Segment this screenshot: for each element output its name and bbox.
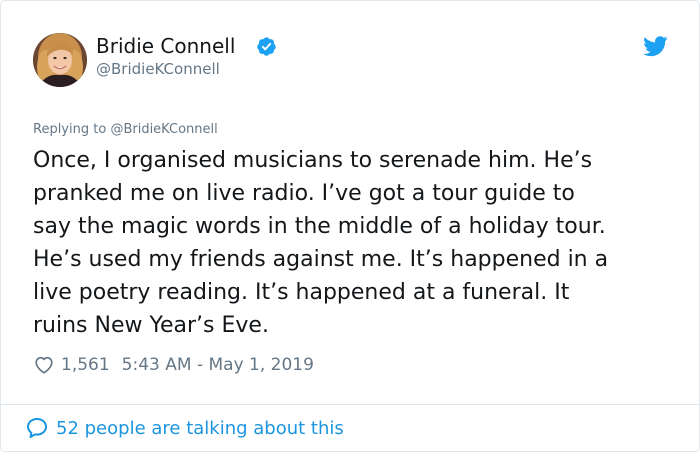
replying-to-label: Replying to xyxy=(33,122,107,137)
author-handle[interactable]: @BridieKConnell xyxy=(96,59,220,79)
avatar[interactable] xyxy=(33,33,87,87)
verified-badge-icon xyxy=(257,37,276,56)
speech-bubble-icon xyxy=(27,418,47,438)
author-display-name[interactable]: Bridie Connell xyxy=(96,34,235,58)
avatar-photo xyxy=(33,33,87,87)
card-divider xyxy=(1,404,699,405)
tweet-text-line: Once, I organised musicians to serenade … xyxy=(33,148,593,173)
talking-about-link[interactable]: 52 people are talking about this xyxy=(25,415,344,441)
replying-to-mention[interactable]: @BridieKConnell xyxy=(110,122,217,137)
like-count[interactable]: 1,561 xyxy=(61,355,110,375)
tweet-timestamp[interactable]: 5:43 AM - May 1, 2019 xyxy=(122,355,314,375)
tweet-text-line: pranked me on live radio. I’ve got a tou… xyxy=(33,181,575,206)
talking-about-text[interactable]: 52 people are talking about this xyxy=(56,418,344,439)
replying-to-line: Replying to @BridieKConnell xyxy=(33,121,218,139)
tweet-meta: 1,561 5:43 AM - May 1, 2019 xyxy=(33,353,314,377)
heart-outline-icon[interactable] xyxy=(33,354,55,376)
tweet-text-line: ruins New Year’s Eve. xyxy=(33,313,269,338)
twitter-bird-icon[interactable] xyxy=(643,36,668,57)
tweet-embed-card: Bridie Connell @BridieKConnell Replying … xyxy=(0,0,700,452)
tweet-text-line: live poetry reading. It’s happened at a … xyxy=(33,280,570,305)
tweet-text: Once, I organised musicians to serenade … xyxy=(33,144,683,342)
tweet-text-line: He’s used my friends against me. It’s ha… xyxy=(33,247,609,272)
tweet-text-line: say the magic words in the middle of a h… xyxy=(33,214,606,239)
